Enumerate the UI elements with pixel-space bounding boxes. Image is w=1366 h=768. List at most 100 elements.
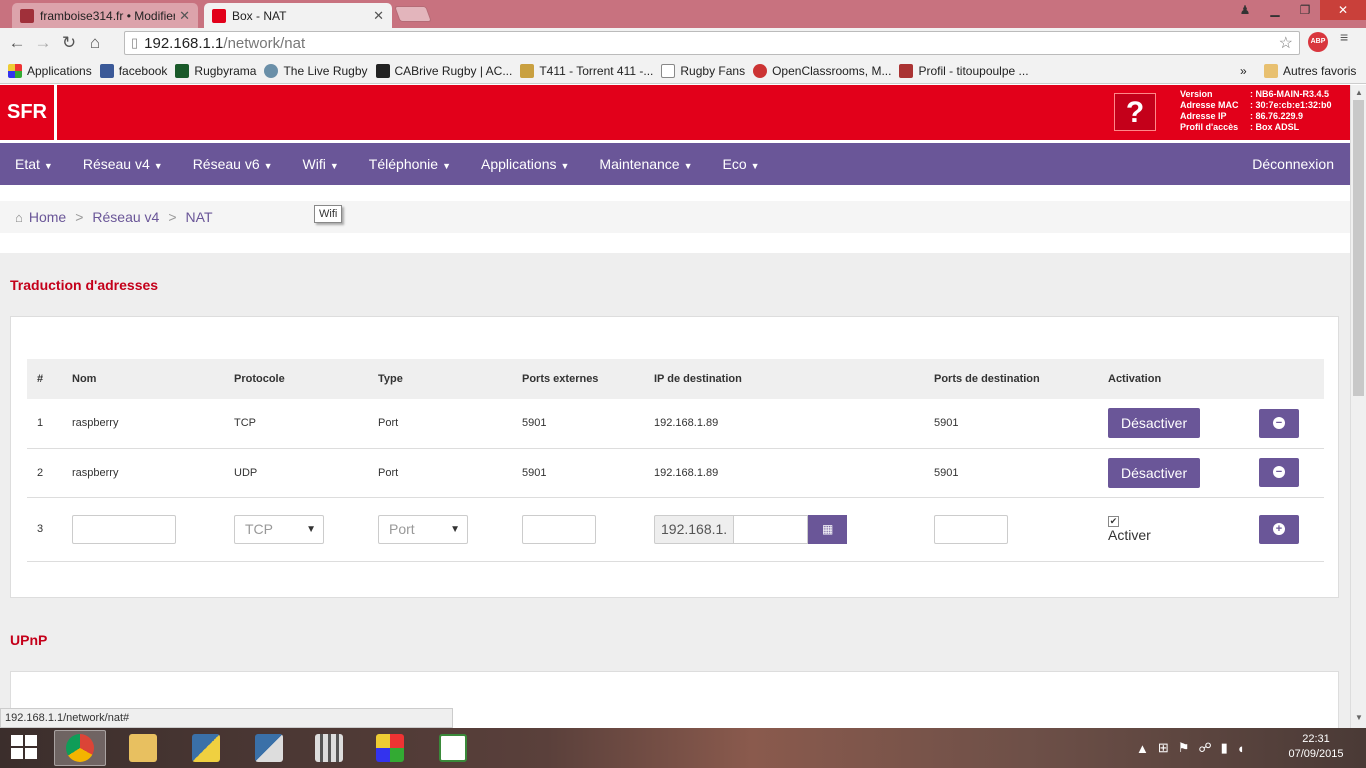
url-path: /network/nat [223, 34, 306, 52]
remove-rule-button[interactable]: − [1259, 458, 1299, 487]
clock[interactable]: 22:31 07/09/2015 [1286, 732, 1346, 762]
deactivate-button[interactable]: Désactiver [1108, 408, 1201, 439]
scroll-down-icon[interactable]: ▼ [1355, 713, 1363, 722]
bookmark-profil[interactable]: Profil - titoupoulpe ... [899, 63, 1029, 78]
minimize-button[interactable]: ▁ [1260, 0, 1290, 20]
table-row: 1 raspberry TCP Port 5901 192.168.1.89 5… [27, 399, 1324, 448]
adblock-icon[interactable]: ABP [1308, 32, 1328, 52]
taskbar-columns-app[interactable] [303, 730, 355, 766]
dropdown-arrow-icon: ▼ [306, 523, 316, 535]
apps-grid-icon [8, 63, 22, 78]
help-button[interactable]: ? [1114, 93, 1156, 131]
flag-icon[interactable]: ⚑ [1178, 740, 1190, 756]
scroll-thumb[interactable] [1353, 100, 1364, 396]
chrome-icon [66, 734, 94, 762]
dest-ip-input[interactable] [734, 514, 809, 544]
menu-icon[interactable]: ≡ [1340, 30, 1356, 44]
protocol-select[interactable]: TCP ▼ [234, 514, 324, 544]
col-ports-destination: Ports de destination [934, 373, 1040, 385]
system-tray: ▲ ⊞ ⚑ ☍ ▮ ◖ [1136, 728, 1254, 768]
reload-icon[interactable]: ↻ [56, 33, 82, 53]
device-list-button[interactable]: ▦ [808, 514, 848, 544]
row-name: raspberry [72, 417, 119, 430]
tab-box-nat[interactable]: Box - NAT ✕ [204, 3, 392, 28]
bookmark-openclassrooms[interactable]: OpenClassrooms, M... [753, 63, 891, 78]
bookmark-cabrive[interactable]: CABrive Rugby | AC... [375, 63, 512, 78]
taskbar-visual-code[interactable] [427, 730, 479, 766]
bookmark-facebook[interactable]: facebook [99, 63, 167, 78]
col-protocole: Protocole [234, 373, 285, 385]
scroll-up-icon[interactable]: ▲ [1355, 88, 1363, 97]
nav-telephonie[interactable]: Téléphonie ▼ [369, 156, 451, 172]
breadcrumb-home[interactable]: Home [29, 209, 66, 225]
bookmark-t411[interactable]: T411 - Torrent 411 -... [520, 63, 653, 78]
bookmarks-overflow[interactable]: » [1240, 64, 1247, 78]
nav-reseau-v6[interactable]: Réseau v6 ▼ [193, 156, 273, 172]
col-ports-externes: Ports externes [522, 373, 599, 385]
bookmark-rugby-fans[interactable]: Rugby Fans [661, 63, 745, 78]
window-close-button[interactable]: ✕ [1320, 0, 1366, 20]
nav-reseau-v4[interactable]: Réseau v4 ▼ [83, 156, 163, 172]
nav-etat[interactable]: Etat ▼ [15, 156, 53, 172]
browser-toolbar: ← → ↻ ⌂ ▯ 192.168.1.1/network/nat ☆ ABP … [0, 28, 1366, 58]
ext-ports-input[interactable] [522, 514, 596, 544]
tray-expand-icon[interactable]: ▲ [1136, 741, 1149, 756]
taskbar-chrome[interactable] [54, 730, 106, 766]
browser-titlebar: framboise314.fr • Modifier ✕ Box - NAT ✕… [0, 0, 1366, 28]
bookmark-live-rugby[interactable]: The Live Rugby [264, 63, 368, 78]
logout-link[interactable]: Déconnexion [1252, 156, 1334, 172]
taskbar-python-idle[interactable] [243, 730, 295, 766]
nav-wifi[interactable]: Wifi ▼ [303, 156, 339, 172]
tab-framboise[interactable]: framboise314.fr • Modifier ✕ [12, 3, 198, 28]
name-input[interactable] [72, 514, 176, 544]
bookmark-rugbyrama[interactable]: Rugbyrama [175, 63, 256, 78]
cabrive-icon [375, 63, 390, 78]
sfr-icon [212, 8, 226, 23]
type-select[interactable]: Port ▼ [378, 514, 468, 544]
volume-icon[interactable]: ◖ [1237, 741, 1245, 756]
caret-down-icon: ▼ [263, 161, 273, 171]
minus-icon: − [1273, 416, 1285, 429]
network-icon[interactable]: ☍ [1198, 740, 1211, 756]
dest-ports-input[interactable] [934, 514, 1008, 544]
back-icon[interactable]: ← [4, 33, 30, 53]
nav-maintenance[interactable]: Maintenance ▼ [599, 156, 692, 172]
nav-eco[interactable]: Eco ▼ [723, 156, 760, 172]
close-icon[interactable]: ✕ [179, 8, 190, 24]
taskbar-python[interactable] [180, 730, 232, 766]
taskbar-apps-grid[interactable] [364, 730, 416, 766]
windows-start-icon[interactable] [11, 735, 39, 761]
folder-icon [1264, 63, 1278, 78]
windows-icon[interactable]: ⊞ [1158, 740, 1169, 756]
row-ext-ports: 5901 [522, 466, 547, 479]
close-icon[interactable]: ✕ [373, 8, 384, 24]
breadcrumb-reseau-v4[interactable]: Réseau v4 [92, 209, 159, 225]
bookmark-star-icon[interactable]: ☆ [1279, 33, 1293, 53]
signal-icon[interactable]: ▮ [1221, 740, 1228, 756]
dest-ip-group: 192.168.1. ▦ [654, 514, 848, 544]
user-icon[interactable]: ♟ [1230, 0, 1260, 20]
address-bar[interactable]: ▯ 192.168.1.1/network/nat ☆ [124, 31, 1300, 55]
framboise-icon [20, 8, 34, 23]
scrollbar[interactable]: ▲ ▼ [1350, 85, 1366, 728]
columns-icon [315, 734, 343, 762]
remove-rule-button[interactable]: − [1259, 408, 1299, 438]
info-key: Adresse IP [1180, 111, 1227, 121]
sfr-logo[interactable]: SFR [0, 85, 57, 140]
tab-title: framboise314.fr • Modifier [40, 8, 176, 23]
home-icon: ⌂ [15, 209, 23, 225]
add-rule-button[interactable]: + [1259, 514, 1299, 544]
nav-applications[interactable]: Applications ▼ [481, 156, 569, 172]
maximize-button[interactable]: ❐ [1290, 0, 1320, 20]
taskbar-explorer[interactable] [117, 730, 169, 766]
forward-icon[interactable]: → [30, 33, 56, 53]
taskbar: ▲ ⊞ ⚑ ☍ ▮ ◖ 22:31 07/09/2015 [0, 728, 1366, 768]
deactivate-button[interactable]: Désactiver [1108, 457, 1201, 488]
activate-checkbox[interactable]: ✔ [1108, 516, 1119, 527]
other-bookmarks[interactable]: Autres favoris [1264, 63, 1356, 78]
caret-down-icon: ▼ [683, 161, 693, 171]
bookmark-applications[interactable]: Applications [8, 63, 92, 78]
home-icon[interactable]: ⌂ [82, 33, 108, 53]
new-tab-button[interactable] [394, 6, 432, 22]
folder-icon [129, 734, 157, 762]
